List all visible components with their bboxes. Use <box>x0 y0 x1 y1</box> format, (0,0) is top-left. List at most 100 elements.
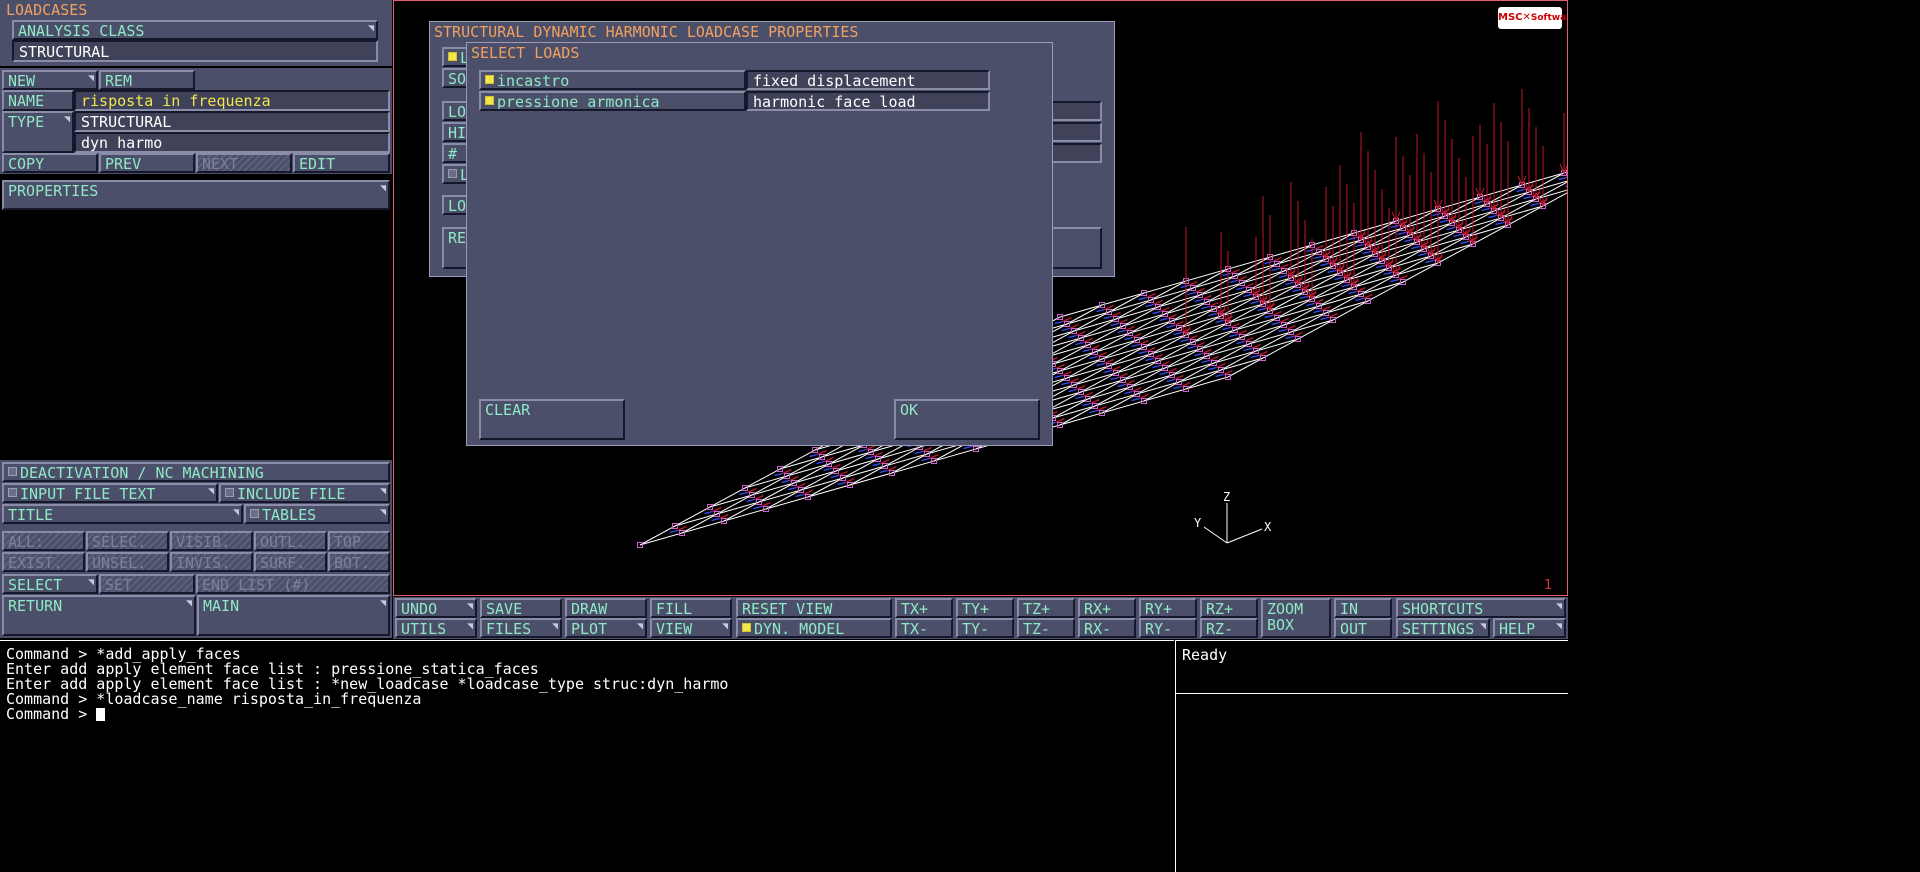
main-button[interactable]: MAIN ◥ <box>197 595 390 636</box>
copy-button[interactable]: COPY <box>2 153 98 173</box>
face-marker <box>1061 381 1070 386</box>
face-marker <box>1173 331 1182 336</box>
load-toggle-pressione-armonica[interactable]: pressione_armonica <box>479 91 746 111</box>
face-marker <box>1152 364 1161 369</box>
zoom-in-button[interactable]: IN <box>1334 598 1392 618</box>
face-marker <box>1362 250 1371 255</box>
return-button[interactable]: RETURN ◥ <box>2 595 196 636</box>
rz-minus-button[interactable]: RZ- <box>1200 618 1258 638</box>
select-unselected-button[interactable]: UNSEL. <box>86 552 169 572</box>
title-button[interactable]: TITLE ◥ <box>2 504 243 524</box>
name-field[interactable]: risposta_in_frequenza <box>74 90 390 111</box>
face-marker <box>1076 330 1086 337</box>
face-marker <box>1363 293 1373 300</box>
end-list-button[interactable]: END LIST (#) <box>196 574 390 594</box>
checkbox-icon <box>8 467 17 476</box>
select-all-button[interactable]: ALL: <box>2 531 85 551</box>
ok-button[interactable]: OK <box>894 399 1040 440</box>
select-selected-button[interactable]: SELEC. <box>86 531 169 551</box>
face-marker <box>1174 320 1184 327</box>
command-area[interactable]: Command > *add_apply_faces Enter add app… <box>0 640 1174 872</box>
rem-button[interactable]: REM <box>99 70 195 90</box>
tz-plus-button[interactable]: TZ+ <box>1017 598 1075 618</box>
face-marker <box>1250 300 1259 305</box>
analysis-class-field[interactable]: STRUCTURAL <box>12 40 378 62</box>
select-outline-button[interactable]: OUTL. <box>254 531 327 551</box>
face-marker <box>1068 388 1077 393</box>
select-invisible-button[interactable]: INVIS. <box>170 552 253 572</box>
zoom-out-button[interactable]: OUT <box>1334 618 1392 638</box>
reset-view-button[interactable]: RESET VIEW <box>736 598 892 618</box>
face-marker <box>1076 384 1086 391</box>
plot-button[interactable]: PLOT ◥ <box>565 618 647 638</box>
tx-plus-button[interactable]: TX+ <box>895 598 953 618</box>
select-visible-button[interactable]: VISIB. <box>170 531 253 551</box>
input-file-text-button[interactable]: INPUT FILE TEXT ◥ <box>2 483 218 503</box>
tables-button[interactable]: TABLES ◥ <box>244 504 390 524</box>
next-button[interactable]: NEXT <box>196 153 292 173</box>
deactivation-button[interactable]: DEACTIVATION / NC MACHINING <box>2 462 390 482</box>
ty-minus-button[interactable]: TY- <box>956 618 1014 638</box>
face-marker <box>1243 293 1252 298</box>
type-field-class[interactable]: STRUCTURAL <box>74 111 390 132</box>
help-button[interactable]: HELP ◥ <box>1493 618 1566 638</box>
face-marker <box>1404 238 1413 243</box>
rx-plus-button[interactable]: RX+ <box>1078 598 1136 618</box>
prev-button[interactable]: PREV <box>99 153 195 173</box>
harmonic-results-right[interactable] <box>1050 227 1102 269</box>
ty-plus-button[interactable]: TY+ <box>956 598 1014 618</box>
load-toggle-incastro[interactable]: incastro <box>479 70 746 90</box>
clear-button[interactable]: CLEAR <box>479 399 625 440</box>
draw-button[interactable]: DRAW <box>565 598 647 618</box>
select-bottom-button[interactable]: BOT. <box>328 552 390 572</box>
face-marker <box>1355 297 1364 302</box>
command-prompt[interactable]: Command > <box>6 707 1168 722</box>
popup-triangle-icon: ◥ <box>636 621 643 632</box>
include-file-button[interactable]: INCLUDE FILE ◥ <box>219 483 390 503</box>
rz-plus-button[interactable]: RZ+ <box>1200 598 1258 618</box>
face-marker <box>1250 354 1259 359</box>
utils-button[interactable]: UTILS ◥ <box>395 618 477 638</box>
undo-button-label: UNDO <box>401 600 438 618</box>
settings-button[interactable]: SETTINGS ◥ <box>1396 618 1490 638</box>
rx-minus-button[interactable]: RX- <box>1078 618 1136 638</box>
shortcuts-button[interactable]: SHORTCUTS ◥ <box>1396 598 1566 618</box>
face-marker <box>1244 336 1254 343</box>
select-button[interactable]: SELECT ◥ <box>2 574 98 594</box>
files-button[interactable]: FILES ◥ <box>480 618 562 638</box>
properties-button[interactable]: PROPERTIES ◥ <box>2 180 390 210</box>
harmonic-num-freq-field[interactable] <box>1050 143 1102 163</box>
face-marker <box>1383 271 1392 276</box>
face-marker <box>1132 386 1142 393</box>
edit-button[interactable]: EDIT <box>293 153 390 173</box>
face-marker <box>1264 260 1273 265</box>
view-button[interactable]: VIEW ◥ <box>650 618 732 638</box>
select-surface-button[interactable]: SURF. <box>254 552 327 572</box>
type-button[interactable]: TYPE ◥ <box>2 111 74 153</box>
select-existing-button[interactable]: EXIST. <box>2 552 85 572</box>
fill-button[interactable]: FILL <box>650 598 732 618</box>
face-marker <box>1082 348 1091 353</box>
harmonic-low-freq-field[interactable] <box>1050 101 1102 121</box>
popup-triangle-icon: ◥ <box>379 486 386 497</box>
tx-minus-button[interactable]: TX- <box>895 618 953 638</box>
type-field-subtype[interactable]: dyn_harmo <box>74 132 390 153</box>
new-button[interactable]: NEW ◥ <box>2 70 98 90</box>
ry-minus-button[interactable]: RY- <box>1139 618 1197 638</box>
face-marker <box>1118 318 1128 325</box>
face-marker <box>1208 312 1217 317</box>
dyn-model-button[interactable]: DYN. MODEL <box>736 618 892 638</box>
undo-button[interactable]: UNDO ◥ <box>395 598 477 618</box>
zoom-box-button[interactable]: ZOOM BOX <box>1261 598 1331 638</box>
harmonic-high-freq-field[interactable] <box>1050 122 1102 142</box>
ty-minus-button-label: TY- <box>962 620 990 638</box>
popup-triangle-icon: ◥ <box>87 577 94 588</box>
analysis-class-button[interactable]: ANALYSIS CLASS ◥ <box>12 20 378 40</box>
fill-button-label: FILL <box>656 600 693 618</box>
select-top-button[interactable]: TOP <box>328 531 390 551</box>
save-button[interactable]: SAVE <box>480 598 562 618</box>
ry-plus-button[interactable]: RY+ <box>1139 598 1197 618</box>
set-button[interactable]: SET <box>99 574 195 594</box>
tz-minus-button[interactable]: TZ- <box>1017 618 1075 638</box>
msc-logo-sub: Software <box>1530 13 1567 23</box>
